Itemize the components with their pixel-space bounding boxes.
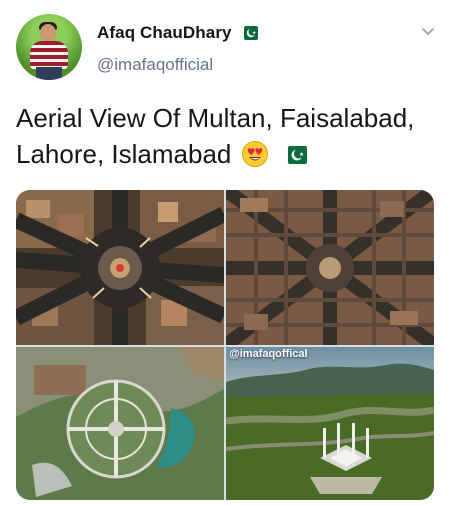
tweet-body-text: Aerial View Of Multan, Faisalabad, Lahor… [16,103,415,169]
lahore-park-aerial-image[interactable] [16,347,224,500]
pakistan-flag-icon [281,146,307,164]
avatar-face [40,24,56,42]
islamabad-faisal-mosque-aerial-image[interactable] [226,347,434,500]
pakistan-flag-icon [239,26,258,40]
media-watermark: @imafaqoffical [229,348,308,360]
avatar-shirt [30,41,68,69]
author-name-row[interactable]: Afaq ChauDhary [97,22,258,44]
tweet-text: Aerial View Of Multan, Faisalabad, Lahor… [16,100,438,172]
tweet-media-grid[interactable]: @imafaqoffical [16,190,434,500]
avatar-jeans [36,67,62,80]
user-avatar[interactable] [16,14,82,80]
chevron-down-icon[interactable] [420,26,436,38]
author-display-name[interactable]: Afaq ChauDhary [97,23,232,43]
multan-roundabout-aerial-image[interactable] [16,190,224,345]
heart-eyes-face-icon [241,140,269,168]
tweet-header: Afaq ChauDhary @imafaqofficial [0,0,450,90]
faisalabad-clock-tower-grid-aerial-image[interactable] [226,190,434,345]
author-handle[interactable]: @imafaqofficial [97,55,213,75]
